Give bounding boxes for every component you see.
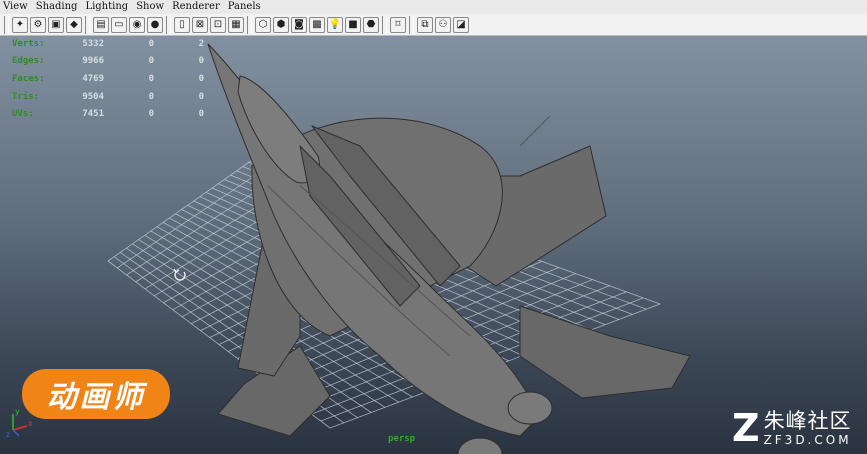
maya-viewport-panel: View Shading Lighting Show Renderer Panels ✦ ⚙… bbox=[0, 0, 867, 454]
toolbar-separator bbox=[409, 15, 414, 34]
hud-value: 0 bbox=[198, 91, 204, 102]
grid-toggle-icon[interactable]: ● bbox=[147, 16, 163, 33]
hud-value: 0 bbox=[148, 38, 154, 49]
menu-shading[interactable]: Shading bbox=[32, 0, 82, 14]
badge-text: 动画师 bbox=[46, 380, 146, 415]
watermark-cn-text: 朱峰社区 bbox=[763, 408, 852, 433]
hud-label: UVs: bbox=[12, 109, 34, 120]
hud-label: Tris: bbox=[12, 91, 40, 102]
isolate-select-icon[interactable]: ⌑ bbox=[390, 16, 406, 33]
hud-value: 4769 bbox=[82, 73, 104, 84]
watermark-logo: Z bbox=[732, 406, 760, 450]
toolbar-separator bbox=[166, 15, 171, 34]
hud-value: 7451 bbox=[82, 109, 104, 120]
panel-menu-bar: View Shading Lighting Show Renderer Panels bbox=[0, 0, 867, 14]
menu-panels[interactable]: Panels bbox=[224, 0, 265, 14]
textured-icon[interactable]: ▩ bbox=[309, 16, 325, 33]
smooth-shade-icon[interactable]: ⬢ bbox=[273, 16, 289, 33]
use-all-lights-icon[interactable]: 💡 bbox=[327, 16, 343, 33]
wireframe-on-shaded-icon[interactable]: ◙ bbox=[291, 16, 307, 33]
gate-mask-icon[interactable]: ⊡ bbox=[210, 16, 226, 33]
hud-value: 0 bbox=[148, 73, 154, 84]
hud-value: 9504 bbox=[82, 91, 104, 102]
film-gate-icon[interactable]: ▯ bbox=[174, 16, 190, 33]
animator-badge: 动画师 bbox=[22, 369, 170, 419]
camera-label: persp bbox=[388, 434, 416, 444]
site-watermark: Z 朱峰社区 ZF3D.COM bbox=[732, 409, 852, 447]
resolution-gate-icon[interactable]: ⊠ bbox=[192, 16, 208, 33]
axis-z-label: z bbox=[6, 430, 10, 438]
hud-label: Faces: bbox=[12, 73, 45, 84]
hud-row: UVs: 7451 0 0 bbox=[12, 105, 204, 123]
menu-renderer[interactable]: Renderer bbox=[168, 0, 224, 14]
axis-x-label: x bbox=[28, 419, 33, 428]
xray-components-icon[interactable]: ◪ bbox=[453, 16, 469, 33]
hud-value: 0 bbox=[148, 91, 154, 102]
hud-value: 0 bbox=[148, 109, 154, 120]
field-chart-icon[interactable]: ▦ bbox=[228, 16, 244, 33]
hud-row: Edges: 9966 0 0 bbox=[12, 53, 204, 71]
hud-value: 2 bbox=[198, 38, 204, 49]
toolbar-separator bbox=[382, 15, 387, 34]
grease-pencil-icon[interactable]: ◉ bbox=[129, 16, 145, 33]
bookmark-icon[interactable]: ◆ bbox=[66, 16, 82, 33]
axis-y-label: y bbox=[15, 407, 20, 416]
hud-row: Verts: 5332 0 2 bbox=[12, 36, 204, 53]
menu-lighting[interactable]: Lighting bbox=[81, 0, 132, 14]
xray-icon[interactable]: ⧉ bbox=[417, 16, 433, 33]
select-camera-icon[interactable]: ✦ bbox=[12, 16, 28, 33]
toolbar-separator bbox=[4, 15, 9, 34]
hud-value: 0 bbox=[198, 109, 204, 120]
hud-value: 9966 bbox=[82, 56, 104, 67]
poly-count-hud: Verts: 5332 0 2 Edges: 9966 0 0 Faces: 4769 0 0 Tris… bbox=[12, 36, 204, 123]
two-d-pan-zoom-icon[interactable]: ▭ bbox=[111, 16, 127, 33]
jet-left-nozzle bbox=[457, 437, 503, 454]
high-quality-icon[interactable]: ⬣ bbox=[363, 16, 379, 33]
camera-attributes-icon[interactable]: ▣ bbox=[48, 16, 64, 33]
toolbar-separator bbox=[85, 15, 90, 34]
jet-model[interactable] bbox=[207, 43, 691, 454]
hud-label: Edges: bbox=[12, 56, 45, 67]
jet-right-nozzle bbox=[507, 391, 553, 425]
hud-value: 0 bbox=[198, 56, 204, 67]
lock-camera-icon[interactable]: ⚙ bbox=[30, 16, 46, 33]
perspective-viewport[interactable]: Verts: 5332 0 2 Edges: 9966 0 0 Faces: 4769 0 0 Tris… bbox=[0, 36, 867, 454]
menu-show[interactable]: Show bbox=[132, 0, 168, 14]
xray-joints-icon[interactable]: ⚇ bbox=[435, 16, 451, 33]
hud-row: Tris: 9504 0 0 bbox=[12, 88, 204, 106]
hud-value: 0 bbox=[198, 73, 204, 84]
menu-view[interactable]: View bbox=[0, 0, 32, 14]
hud-value: 5332 bbox=[82, 38, 104, 49]
toolbar-separator bbox=[247, 15, 252, 34]
shadows-icon[interactable]: ■ bbox=[345, 16, 361, 33]
hud-value: 0 bbox=[148, 56, 154, 67]
hud-row: Faces: 4769 0 0 bbox=[12, 70, 204, 88]
watermark-url: ZF3D.COM bbox=[763, 432, 852, 447]
hud-label: Verts: bbox=[12, 38, 45, 49]
panel-toolbar: ✦ ⚙ ▣ ◆ ▤ ▭ ◉ ● ▯ ⊠ ⊡ ▦ ⬡ ⬢ ◙ ▩ 💡 ■ ⬣ ⌑ ⧉ ⚇ ◪ bbox=[0, 14, 867, 36]
image-plane-icon[interactable]: ▤ bbox=[93, 16, 109, 33]
jet-right-stabilizer bbox=[519, 305, 691, 399]
wireframe-icon[interactable]: ⬡ bbox=[255, 16, 271, 33]
